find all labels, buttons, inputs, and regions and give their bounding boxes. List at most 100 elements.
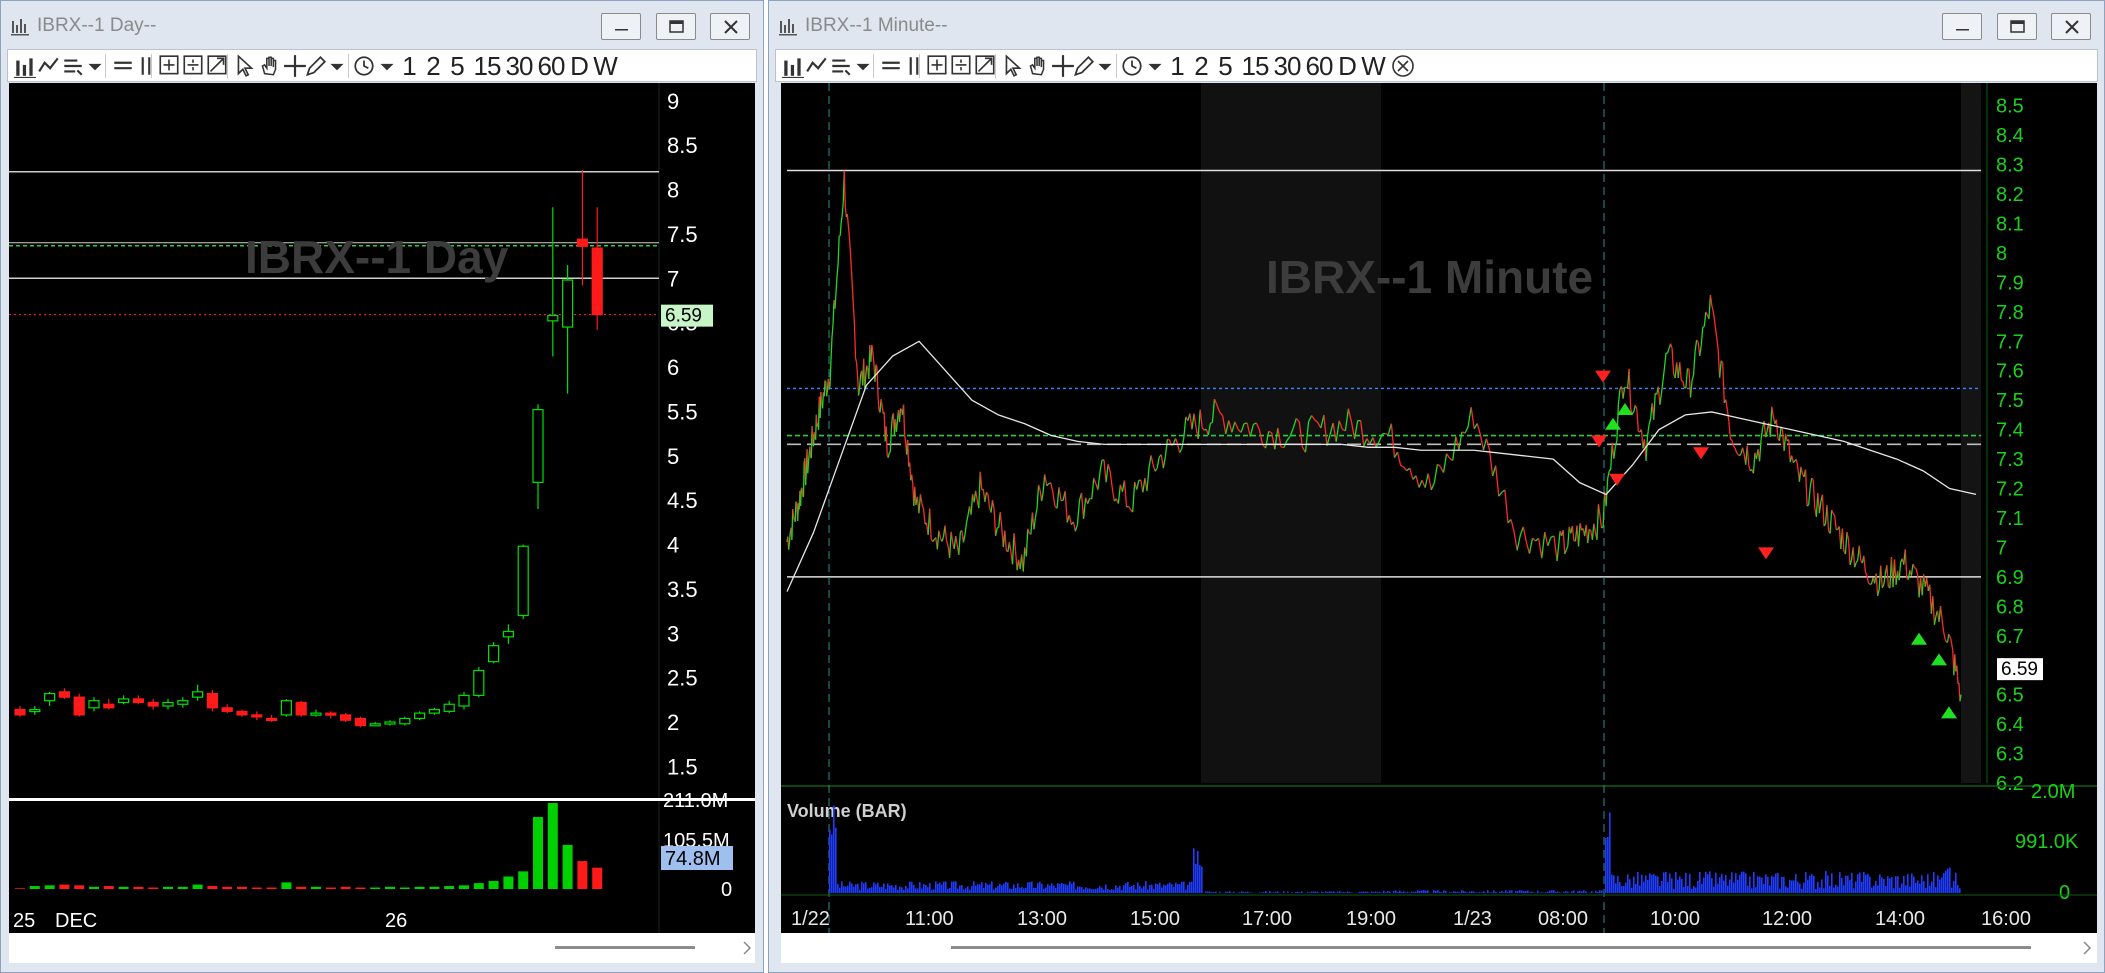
chevron-down-icon[interactable]	[1144, 52, 1166, 80]
period-w-button[interactable]: W	[1360, 51, 1386, 81]
clock-icon[interactable]	[353, 52, 375, 80]
minimize-button[interactable]	[601, 13, 641, 40]
crosshair-icon[interactable]	[1052, 52, 1074, 80]
period-2-button[interactable]: 2	[424, 51, 442, 81]
period-15-button[interactable]: 15	[472, 51, 502, 81]
volume-bar	[1955, 872, 1957, 893]
title-bar[interactable]: IBRX--1 Day--	[1, 1, 763, 53]
zoom-in-icon[interactable]	[158, 52, 180, 80]
volume-bar	[921, 888, 923, 893]
indicator-list-icon[interactable]	[830, 52, 852, 80]
volume-bar	[1941, 877, 1943, 893]
volume-bar	[1615, 883, 1617, 893]
price-tick-label: 3.5	[667, 577, 698, 602]
volume-bar	[1307, 892, 1309, 893]
period-d-button[interactable]: D	[568, 51, 590, 81]
crosshair-icon[interactable]	[284, 52, 306, 80]
volume-bar	[1239, 892, 1241, 893]
volume-bar	[831, 834, 833, 893]
bar-chart-icon[interactable]	[14, 52, 36, 80]
vertical-line-icon[interactable]	[903, 52, 925, 80]
minimize-button[interactable]	[1942, 13, 1982, 40]
maximize-button[interactable]	[656, 13, 696, 40]
volume-bar	[1901, 883, 1903, 893]
line-chart-icon[interactable]	[806, 52, 828, 80]
period-15-button[interactable]: 15	[1240, 51, 1270, 81]
pencil-icon[interactable]	[1072, 52, 1094, 80]
pencil-icon[interactable]	[304, 52, 326, 80]
volume-bar	[987, 884, 989, 893]
period-30-button[interactable]: 30	[504, 51, 534, 81]
chevron-down-icon[interactable]	[326, 52, 348, 80]
period-60-button[interactable]: 60	[536, 51, 566, 81]
volume-bar	[1865, 874, 1867, 893]
fit-chart-icon[interactable]	[974, 52, 996, 80]
clock-icon[interactable]	[1121, 52, 1143, 80]
line-chart-icon[interactable]	[38, 52, 60, 80]
period-5-button[interactable]: 5	[448, 51, 466, 81]
chevron-down-icon[interactable]	[376, 52, 398, 80]
pointer-icon[interactable]	[1002, 52, 1024, 80]
horizontal-scrollbar[interactable]	[9, 933, 755, 963]
period-d-button[interactable]: D	[1336, 51, 1358, 81]
volume-bar	[1813, 875, 1815, 893]
zoom-in-icon[interactable]	[926, 52, 948, 80]
volume-bar	[1749, 876, 1751, 893]
close-button[interactable]	[2051, 13, 2091, 40]
chevron-down-icon[interactable]	[84, 52, 106, 80]
indicator-list-icon[interactable]	[62, 52, 84, 80]
horizontal-line-icon[interactable]	[112, 52, 134, 80]
volume-bar	[1207, 891, 1209, 893]
volume-bar	[1555, 891, 1557, 893]
zoom-out-icon[interactable]	[182, 52, 204, 80]
bar-chart-icon[interactable]	[782, 52, 804, 80]
volume-bar	[1245, 892, 1247, 893]
horizontal-scrollbar[interactable]	[781, 933, 2097, 963]
volume-bar	[1333, 891, 1335, 893]
volume-bar	[1691, 888, 1693, 893]
window-title: IBRX--1 Day--	[37, 15, 157, 36]
volume-bar	[1709, 871, 1711, 893]
chevron-down-icon[interactable]	[1094, 52, 1116, 80]
period-1-button[interactable]: 1	[1168, 51, 1186, 81]
zoom-out-icon[interactable]	[950, 52, 972, 80]
period-60-button[interactable]: 60	[1304, 51, 1334, 81]
volume-bar	[1013, 884, 1015, 893]
volume-bar	[1887, 876, 1889, 893]
daily-candlestick-chart[interactable]: 98.587.576.565.554.543.532.521.5IBRX--1 …	[9, 83, 755, 933]
volume-bar	[1047, 884, 1049, 893]
volume-bar	[1937, 875, 1939, 893]
volume-bar	[1681, 878, 1683, 893]
volume-bar	[1829, 885, 1831, 893]
close-button[interactable]	[710, 13, 750, 40]
period-w-button[interactable]: W	[592, 51, 618, 81]
horizontal-line-icon[interactable]	[880, 52, 902, 80]
volume-bar	[1629, 879, 1631, 893]
hand-icon[interactable]	[258, 52, 280, 80]
volume-bar	[1177, 884, 1179, 893]
pointer-icon[interactable]	[234, 52, 256, 80]
volume-bar	[833, 805, 835, 893]
volume-bar	[1613, 875, 1615, 893]
title-bar[interactable]: IBRX--1 Minute--	[769, 1, 2104, 53]
price-tick-label: 8	[667, 178, 679, 203]
maximize-button[interactable]	[1997, 13, 2037, 40]
volume-bar	[1895, 876, 1897, 893]
hand-icon[interactable]	[1026, 52, 1048, 80]
volume-bar	[845, 886, 847, 893]
volume-bar	[927, 887, 929, 893]
volume-bar	[1349, 891, 1351, 893]
period-1-button[interactable]: 1	[400, 51, 418, 81]
volume-bar	[1361, 891, 1363, 893]
time-axis-label: 12:00	[1762, 908, 1812, 930]
volume-bar	[1761, 877, 1763, 893]
period-30-button[interactable]: 30	[1272, 51, 1302, 81]
period-2-button[interactable]: 2	[1192, 51, 1210, 81]
close-circle-icon[interactable]	[1390, 52, 1416, 80]
minute-price-chart[interactable]: 8.5 8.4 8.3 8.2 8.1 8 7.9 7.8 7.7 7.6 7.5 7.4 7.3 7.2…	[781, 83, 2097, 933]
period-5-button[interactable]: 5	[1216, 51, 1234, 81]
chevron-down-icon[interactable]	[852, 52, 874, 80]
fit-chart-icon[interactable]	[206, 52, 228, 80]
vertical-line-icon[interactable]	[135, 52, 157, 80]
time-axis-label: 1/23	[1453, 908, 1492, 930]
